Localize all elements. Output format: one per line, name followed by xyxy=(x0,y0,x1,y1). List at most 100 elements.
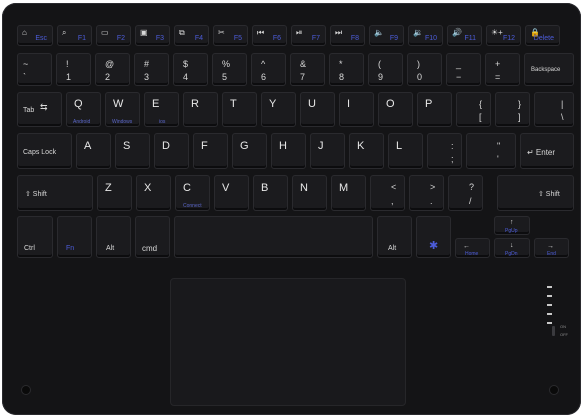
key-3[interactable]: # 3 xyxy=(134,53,169,86)
f6-key[interactable]: ⏮ F6 xyxy=(252,25,287,46)
arrow-right-key[interactable]: → End xyxy=(534,238,569,258)
f8-key[interactable]: ⏭ F8 xyxy=(330,25,365,46)
semicolon-key[interactable]: : ; xyxy=(427,133,462,169)
quote-key[interactable]: " ' xyxy=(466,133,516,169)
key-n[interactable]: N xyxy=(292,175,327,211)
f10-key[interactable]: 🔉 F10 xyxy=(408,25,443,46)
tilde-key[interactable]: ~ ` xyxy=(17,53,52,86)
arrow-down-key[interactable]: ↓ PgDn xyxy=(494,238,530,258)
pipe-key[interactable]: | \ xyxy=(534,92,574,127)
key-v[interactable]: V xyxy=(214,175,249,211)
cmd-key[interactable]: cmd xyxy=(135,216,170,258)
f1-key[interactable]: ⌕ F1 xyxy=(57,25,92,46)
arrow-left-key[interactable]: ← Home xyxy=(455,238,490,258)
key-k[interactable]: K xyxy=(349,133,384,169)
ralt-key[interactable]: Alt xyxy=(377,216,412,258)
key-z[interactable]: Z xyxy=(97,175,132,211)
squote-legend: ' xyxy=(497,154,499,164)
key-0-top: ) xyxy=(417,59,420,69)
pgup-label: PgUp xyxy=(505,228,518,234)
key-d[interactable]: D xyxy=(154,133,189,169)
key-0-bot: 0 xyxy=(417,72,423,82)
equals-key[interactable]: + = xyxy=(485,53,520,86)
key-w[interactable]: W Windows xyxy=(105,92,140,127)
key-1[interactable]: ! 1 xyxy=(56,53,91,86)
tab-label: Tab xyxy=(23,107,35,114)
esc-key[interactable]: ⌂ Esc xyxy=(17,25,53,46)
capslock-key[interactable]: Caps Lock xyxy=(17,133,72,169)
tab-key[interactable]: Tab ⇆ xyxy=(17,92,62,127)
key-x[interactable]: X xyxy=(136,175,171,211)
key-o[interactable]: O xyxy=(378,92,413,127)
f4-key[interactable]: ⧉ F4 xyxy=(174,25,209,46)
f3-key[interactable]: ▣ F3 xyxy=(135,25,170,46)
key-g[interactable]: G xyxy=(232,133,267,169)
key-s-legend: S xyxy=(123,140,131,152)
key-9[interactable]: ( 9 xyxy=(368,53,403,86)
key-9-bot: 9 xyxy=(378,72,384,82)
rshift-key[interactable]: ⇧ Shift xyxy=(497,175,574,211)
f4-label: F4 xyxy=(194,35,203,42)
key-7[interactable]: & 7 xyxy=(290,53,325,86)
key-b-legend: B xyxy=(261,182,269,194)
f12-key[interactable]: ☀+ F12 xyxy=(486,25,521,46)
key-8[interactable]: * 8 xyxy=(329,53,364,86)
key-i[interactable]: I xyxy=(339,92,374,127)
fn-key[interactable]: Fn xyxy=(57,216,92,258)
ctrl-key[interactable]: Ctrl xyxy=(17,216,53,258)
key-q[interactable]: Q Android xyxy=(66,92,101,127)
key-5[interactable]: % 5 xyxy=(212,53,247,86)
paste-icon: ⧉ xyxy=(179,28,185,37)
key-u[interactable]: U xyxy=(300,92,335,127)
enter-label: ↵ Enter xyxy=(527,148,556,157)
status-led-4 xyxy=(547,313,552,315)
trackpad[interactable] xyxy=(170,278,406,406)
key-h[interactable]: H xyxy=(271,133,306,169)
arrow-up-key[interactable]: ↑ PgUp xyxy=(494,216,530,235)
power-switch[interactable] xyxy=(552,326,555,336)
key-2-bot: 2 xyxy=(105,72,111,82)
semicolon-legend: ; xyxy=(451,154,454,164)
key-6[interactable]: ^ 6 xyxy=(251,53,286,86)
key-e-legend: E xyxy=(152,98,160,110)
period-key[interactable]: > . xyxy=(409,175,444,211)
key-z-legend: Z xyxy=(105,182,112,194)
ralt-label: Alt xyxy=(388,245,397,252)
key-2[interactable]: @ 2 xyxy=(95,53,130,86)
key-p[interactable]: P xyxy=(417,92,452,127)
backspace-key[interactable]: Backspace xyxy=(524,53,574,86)
key-a[interactable]: A xyxy=(76,133,111,169)
minus-legend: − xyxy=(456,72,462,82)
key-w-sub: Windows xyxy=(112,119,133,125)
enter-key[interactable]: ↵ Enter xyxy=(520,133,574,169)
key-t[interactable]: T xyxy=(222,92,257,127)
key-0[interactable]: ) 0 xyxy=(407,53,442,86)
key-j[interactable]: J xyxy=(310,133,345,169)
key-e[interactable]: E ios xyxy=(144,92,179,127)
f7-key[interactable]: ⏯ F7 xyxy=(291,25,326,46)
key-l[interactable]: L xyxy=(388,133,423,169)
f5-key[interactable]: ✂ F5 xyxy=(213,25,248,46)
f2-key[interactable]: ▭ F2 xyxy=(96,25,131,46)
spacebar[interactable] xyxy=(174,216,373,258)
f11-key[interactable]: 🔊 F11 xyxy=(447,25,482,46)
key-m[interactable]: M xyxy=(331,175,366,211)
minus-key[interactable]: _ − xyxy=(446,53,481,86)
rbrace-key[interactable]: } ] xyxy=(495,92,530,127)
lshift-key[interactable]: ⇧ Shift xyxy=(17,175,93,211)
key-s[interactable]: S xyxy=(115,133,150,169)
key-b[interactable]: B xyxy=(253,175,288,211)
slash-key[interactable]: ? / xyxy=(448,175,483,211)
key-f[interactable]: F xyxy=(193,133,228,169)
bluetooth-key[interactable]: ✱ xyxy=(416,216,451,258)
lbrace-key[interactable]: { [ xyxy=(456,92,491,127)
delete-key[interactable]: 🔒 Delete xyxy=(525,25,560,46)
key-r[interactable]: R xyxy=(183,92,218,127)
key-a-legend: A xyxy=(84,140,92,152)
alt-key[interactable]: Alt xyxy=(96,216,131,258)
comma-key[interactable]: < , xyxy=(370,175,405,211)
key-y[interactable]: Y xyxy=(261,92,296,127)
key-4[interactable]: $ 4 xyxy=(173,53,208,86)
key-c[interactable]: C Connect xyxy=(175,175,210,211)
f9-key[interactable]: 🔈 F9 xyxy=(369,25,404,46)
